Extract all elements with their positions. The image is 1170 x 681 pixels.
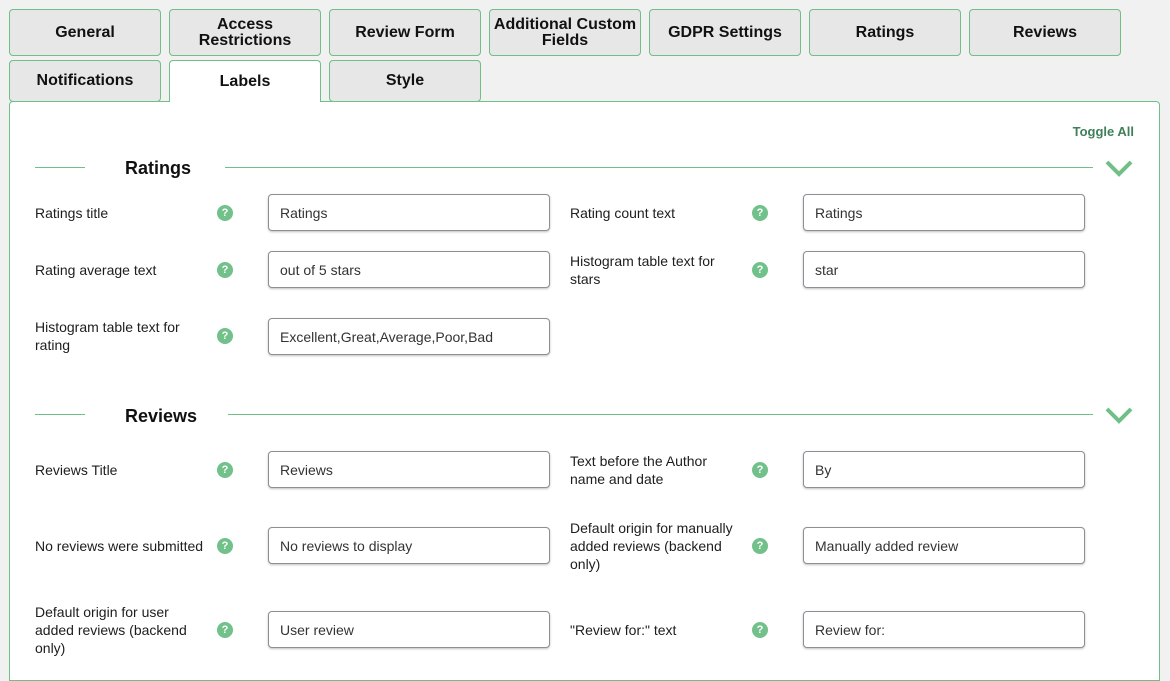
help-icon[interactable]: ? xyxy=(217,262,233,278)
toggle-all-link[interactable]: Toggle All xyxy=(1073,124,1134,139)
histogram-stars-input[interactable] xyxy=(803,251,1085,288)
help-icon[interactable]: ? xyxy=(752,538,768,554)
help-icon[interactable]: ? xyxy=(217,538,233,554)
field-label: Default origin for user added reviews (b… xyxy=(35,604,187,656)
help-icon[interactable]: ? xyxy=(752,262,768,278)
tab-review-form[interactable]: Review Form xyxy=(329,9,481,56)
section-divider xyxy=(228,414,1093,415)
tab-label: Reviews xyxy=(1012,23,1078,41)
tab-notifications[interactable]: Notifications xyxy=(9,60,161,102)
field-label: Default origin for manually added review… xyxy=(570,520,733,572)
section-divider xyxy=(225,167,1093,168)
tab-labels[interactable]: Labels xyxy=(169,60,321,102)
tab-general[interactable]: General xyxy=(9,9,161,56)
tab-label: General xyxy=(55,23,115,41)
tab-additional-custom-fields[interactable]: Additional Custom Fields xyxy=(489,9,641,56)
ratings-title-input[interactable] xyxy=(268,194,550,231)
section-divider xyxy=(35,414,85,415)
rating-average-text-input[interactable] xyxy=(268,251,550,288)
tab-label: Style xyxy=(385,72,425,89)
tab-ratings[interactable]: Ratings xyxy=(809,9,961,56)
no-reviews-input[interactable] xyxy=(268,527,550,564)
help-icon[interactable]: ? xyxy=(217,328,233,344)
default-origin-manual-input[interactable] xyxy=(803,527,1085,564)
field-label: Histogram table text for rating xyxy=(35,319,180,353)
section-divider xyxy=(35,167,85,168)
field-label: Rating count text xyxy=(570,205,676,221)
tab-access-restrictions[interactable]: Access Restrictions xyxy=(169,9,321,56)
tab-label: Labels xyxy=(219,72,271,90)
help-icon[interactable]: ? xyxy=(752,622,768,638)
help-icon[interactable]: ? xyxy=(752,462,768,478)
text-before-author-input[interactable] xyxy=(803,451,1085,488)
chevron-down-icon[interactable] xyxy=(1104,158,1134,178)
help-icon[interactable]: ? xyxy=(217,622,233,638)
rating-count-text-input[interactable] xyxy=(803,194,1085,231)
histogram-rating-input[interactable] xyxy=(268,318,550,355)
labels-panel: Toggle All Ratings Ratings title ? Ratin… xyxy=(9,101,1160,681)
tab-label: Ratings xyxy=(855,23,915,41)
default-origin-user-input[interactable] xyxy=(268,611,550,648)
tab-label: GDPR Settings xyxy=(668,23,782,41)
tab-reviews[interactable]: Reviews xyxy=(969,9,1121,56)
tab-label: Review Form xyxy=(355,23,455,41)
reviews-title-input[interactable] xyxy=(268,451,550,488)
chevron-down-icon[interactable] xyxy=(1104,405,1134,425)
field-label: Ratings title xyxy=(35,205,109,221)
tab-style[interactable]: Style xyxy=(329,60,481,102)
tab-label: Notifications xyxy=(36,72,134,89)
tab-label: Additional Custom Fields xyxy=(493,15,637,49)
field-label: Histogram table text for stars xyxy=(570,253,715,287)
section-title-reviews: Reviews xyxy=(125,406,198,426)
section-title-ratings: Ratings xyxy=(125,158,192,178)
help-icon[interactable]: ? xyxy=(752,205,768,221)
help-icon[interactable]: ? xyxy=(217,205,233,221)
field-label: Text before the Author name and date xyxy=(570,453,707,487)
field-label: Reviews Title xyxy=(35,462,118,478)
field-label: No reviews were submitted xyxy=(35,538,204,554)
tab-gdpr-settings[interactable]: GDPR Settings xyxy=(649,9,801,56)
help-icon[interactable]: ? xyxy=(217,462,233,478)
field-label: Rating average text xyxy=(35,262,157,278)
tab-label: Access Restrictions xyxy=(198,15,292,49)
field-label: "Review for:" text xyxy=(570,622,677,638)
review-for-text-input[interactable] xyxy=(803,611,1085,648)
